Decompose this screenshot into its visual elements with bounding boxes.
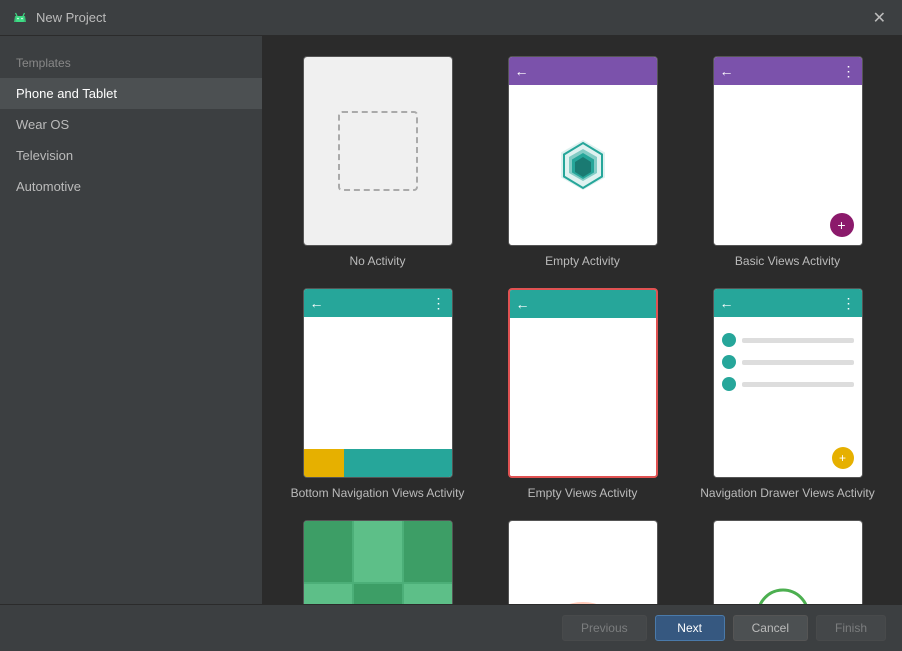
empty-activity-thumb: ← xyxy=(508,56,658,246)
previous-button[interactable]: Previous xyxy=(562,615,647,641)
template-empty-views[interactable]: ← Empty Views Activity xyxy=(488,288,677,500)
sidebar: Templates Phone and Tablet Wear OS Telev… xyxy=(0,36,263,604)
basic-views-thumb: ← ⋮ + xyxy=(713,56,863,246)
content-area: No Activity ← xyxy=(263,36,902,604)
template-empty-activity[interactable]: ← Empty Activity xyxy=(488,56,677,268)
back-arrow-icon: ← xyxy=(310,295,324,311)
template-cpp-activity[interactable]: C ++ Native C++ xyxy=(693,520,882,604)
cpp-icon: C ++ xyxy=(748,585,828,604)
game-activity-thumb xyxy=(508,520,658,604)
basic-views-label: Basic Views Activity xyxy=(735,254,840,268)
bottom-nav-bar xyxy=(304,449,452,477)
main-content: Templates Phone and Tablet Wear OS Telev… xyxy=(0,36,902,604)
drawer-fab-icon: + xyxy=(832,447,854,469)
template-grid-activity[interactable]: ↗ Grid Activity xyxy=(283,520,472,604)
bottom-nav-label: Bottom Navigation Views Activity xyxy=(291,486,465,500)
template-basic-views[interactable]: ← ⋮ + Basic Views Activity xyxy=(693,56,882,268)
nav-drawer-body: + xyxy=(714,317,862,477)
dialog-title: New Project xyxy=(36,10,106,25)
game-controller-icon xyxy=(548,590,618,604)
basic-views-bar: ← ⋮ xyxy=(714,57,862,85)
nav-drawer-top-bar: ← ⋮ xyxy=(714,289,862,317)
title-bar: New Project ✕ xyxy=(0,0,902,36)
no-activity-label: No Activity xyxy=(349,254,405,268)
empty-views-label: Empty Views Activity xyxy=(528,486,638,500)
template-game-activity[interactable]: Game Activity xyxy=(488,520,677,604)
sidebar-item-phone-tablet[interactable]: Phone and Tablet xyxy=(0,78,262,109)
bottom-nav-thumb: ← ⋮ xyxy=(303,288,453,478)
close-button[interactable]: ✕ xyxy=(869,6,890,30)
basic-views-body: + xyxy=(714,85,862,245)
template-bottom-nav[interactable]: ← ⋮ Bottom Navigation Views Activity xyxy=(283,288,472,500)
empty-activity-label: Empty Activity xyxy=(545,254,620,268)
bottom-nav-active-item xyxy=(304,449,344,477)
grid-activity-thumb: ↗ xyxy=(303,520,453,604)
empty-views-thumb: ← xyxy=(508,288,658,478)
back-arrow-icon: ← xyxy=(515,63,529,79)
empty-activity-bar: ← xyxy=(509,57,657,85)
cancel-button[interactable]: Cancel xyxy=(733,615,808,641)
template-no-activity[interactable]: No Activity xyxy=(283,56,472,268)
nav-drawer-label: Navigation Drawer Views Activity xyxy=(700,486,875,500)
title-bar-left: New Project xyxy=(12,10,106,26)
no-activity-dashed-box xyxy=(338,111,418,191)
footer: Previous Next Cancel Finish xyxy=(0,604,902,651)
no-activity-thumb xyxy=(303,56,453,246)
next-button[interactable]: Next xyxy=(655,615,725,641)
back-arrow-icon: ← xyxy=(720,63,734,79)
templates-grid: No Activity ← xyxy=(283,56,882,604)
bottom-nav-top-bar: ← ⋮ xyxy=(304,289,452,317)
back-arrow-icon: ← xyxy=(516,296,530,312)
template-nav-drawer[interactable]: ← ⋮ xyxy=(693,288,882,500)
android-logo-icon xyxy=(12,10,28,26)
hex-icon xyxy=(553,135,613,195)
sidebar-header: Templates xyxy=(0,44,262,78)
empty-views-body xyxy=(510,318,656,476)
cpp-activity-thumb: C ++ xyxy=(713,520,863,604)
sidebar-item-wear-os[interactable]: Wear OS xyxy=(0,109,262,140)
fab-icon: + xyxy=(830,213,854,237)
empty-activity-icon-area xyxy=(509,85,657,245)
grid-cells xyxy=(304,521,452,604)
bottom-nav-body xyxy=(304,317,452,449)
back-arrow-icon: ← xyxy=(720,295,734,311)
more-dots-icon: ⋮ xyxy=(842,295,856,312)
more-dots-icon: ⋮ xyxy=(432,295,446,312)
sidebar-item-television[interactable]: Television xyxy=(0,140,262,171)
finish-button[interactable]: Finish xyxy=(816,615,886,641)
more-dots-icon: ⋮ xyxy=(842,63,856,80)
sidebar-item-automotive[interactable]: Automotive xyxy=(0,171,262,202)
empty-views-bar: ← xyxy=(510,290,656,318)
nav-drawer-thumb: ← ⋮ xyxy=(713,288,863,478)
